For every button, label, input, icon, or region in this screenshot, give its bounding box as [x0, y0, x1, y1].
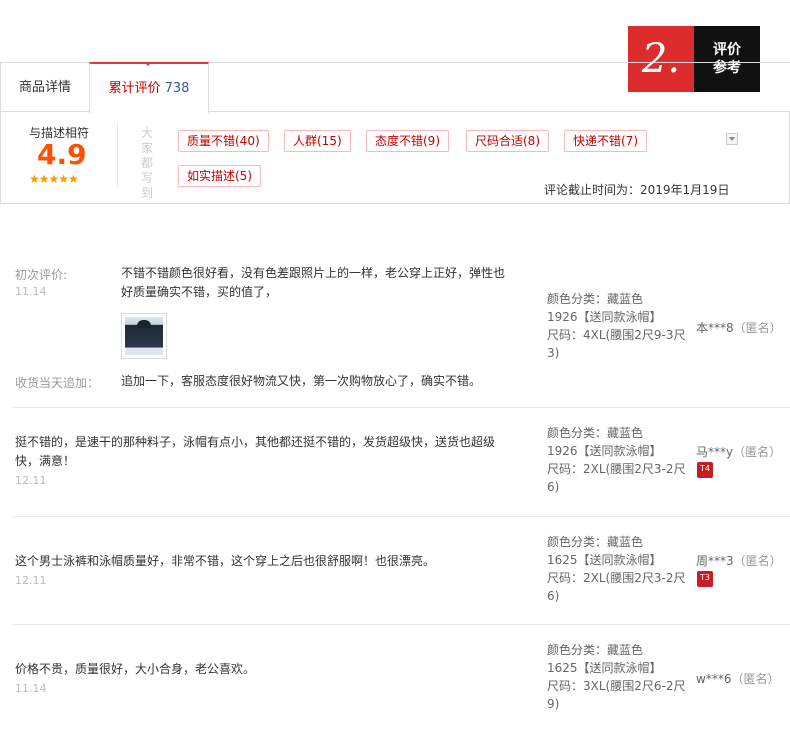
review-date: 11.14	[15, 285, 47, 298]
reviewer-name: w***6（匿名）	[696, 672, 780, 686]
tag-people[interactable]: 人群(15)	[284, 130, 351, 152]
divider	[117, 122, 118, 188]
review-text: 这个男士泳裤和泳帽质量好，非常不错，这个穿上之后也很舒服啊！也很漂亮。	[15, 554, 436, 568]
tag-delivery[interactable]: 快递不错(7)	[564, 130, 647, 152]
sku-info: 颜色分类：藏蓝色 1926【送同款泳帽】 尺码：2XL(腰围2尺3-2尺 6)	[547, 426, 686, 494]
sku-info: 颜色分类：藏蓝色 1625【送同款泳帽】 尺码：3XL(腰围2尺6-2尺 9)	[547, 643, 686, 711]
append-review-label: 收货当天追加：	[15, 376, 100, 390]
review-photo[interactable]	[121, 313, 167, 359]
tag-as-described[interactable]: 如实描述(5)	[178, 165, 261, 187]
tab-product-detail[interactable]: 商品详情	[1, 63, 89, 112]
tag-quality[interactable]: 质量不错(40)	[178, 130, 269, 152]
tab-reviews-label: 累计评价	[108, 81, 161, 96]
append-review-text: 追加一下，客服态度很好物流又快，第一次购物放心了，确实不错。	[121, 374, 482, 388]
sku-info: 颜色分类：藏蓝色 1625【送同款泳帽】 尺码：2XL(腰围2尺3-2尺 6)	[547, 535, 686, 603]
reviewer-name: 周***3（匿名）	[696, 554, 782, 568]
review-summary: 与描述相符 4.9 ★★★★★ 大家都写到 质量不错(40) 人群(15) 态度…	[0, 112, 790, 204]
active-tab-caret-icon	[144, 62, 152, 66]
reviewer-name: 马***y（匿名）	[696, 445, 782, 459]
review-text: 价格不贵，质量很好，大小合身，老公喜欢。	[15, 662, 256, 676]
review-count: 738	[164, 81, 190, 96]
review-separator	[12, 624, 790, 625]
tab-bar: 商品详情 累计评价 738	[0, 62, 790, 113]
review-date: 12.11	[15, 574, 47, 587]
tags-caption: 大家都写到	[141, 126, 154, 200]
reviewer-name: 本***8（匿名）	[696, 321, 782, 335]
first-review-label: 初次评价:	[15, 268, 68, 282]
rating-score: 4.9	[37, 138, 87, 171]
tag-size[interactable]: 尺码合适(8)	[466, 130, 549, 152]
review-text: 不错不错颜色很好看，没有色差跟照片上的一样，老公穿上正好，弹性也 好质量确实不错…	[121, 266, 506, 299]
review-deadline: 评论截止时间为：2019年1月19日	[544, 183, 730, 197]
member-level-badge: T3	[697, 571, 713, 587]
rating-stars-icon: ★★★★★	[29, 172, 79, 186]
review-text: 挺不错的，是速干的那种料子，泳帽有点小，其他都还挺不错的，发货超级快，送货也超级…	[15, 435, 496, 468]
review-date: 12.11	[15, 474, 47, 487]
review-separator	[12, 516, 790, 517]
sku-info: 颜色分类：藏蓝色 1926【送同款泳帽】 尺码：4XL(腰围2尺9-3尺 3)	[547, 292, 686, 360]
tab-reviews[interactable]: 累计评价 738	[89, 62, 209, 113]
tag-attitude[interactable]: 态度不错(9)	[366, 130, 449, 152]
review-date: 11.14	[15, 682, 47, 695]
review-separator	[12, 407, 790, 408]
member-level-badge: T4	[697, 462, 713, 478]
expand-tags-icon[interactable]	[726, 133, 738, 145]
